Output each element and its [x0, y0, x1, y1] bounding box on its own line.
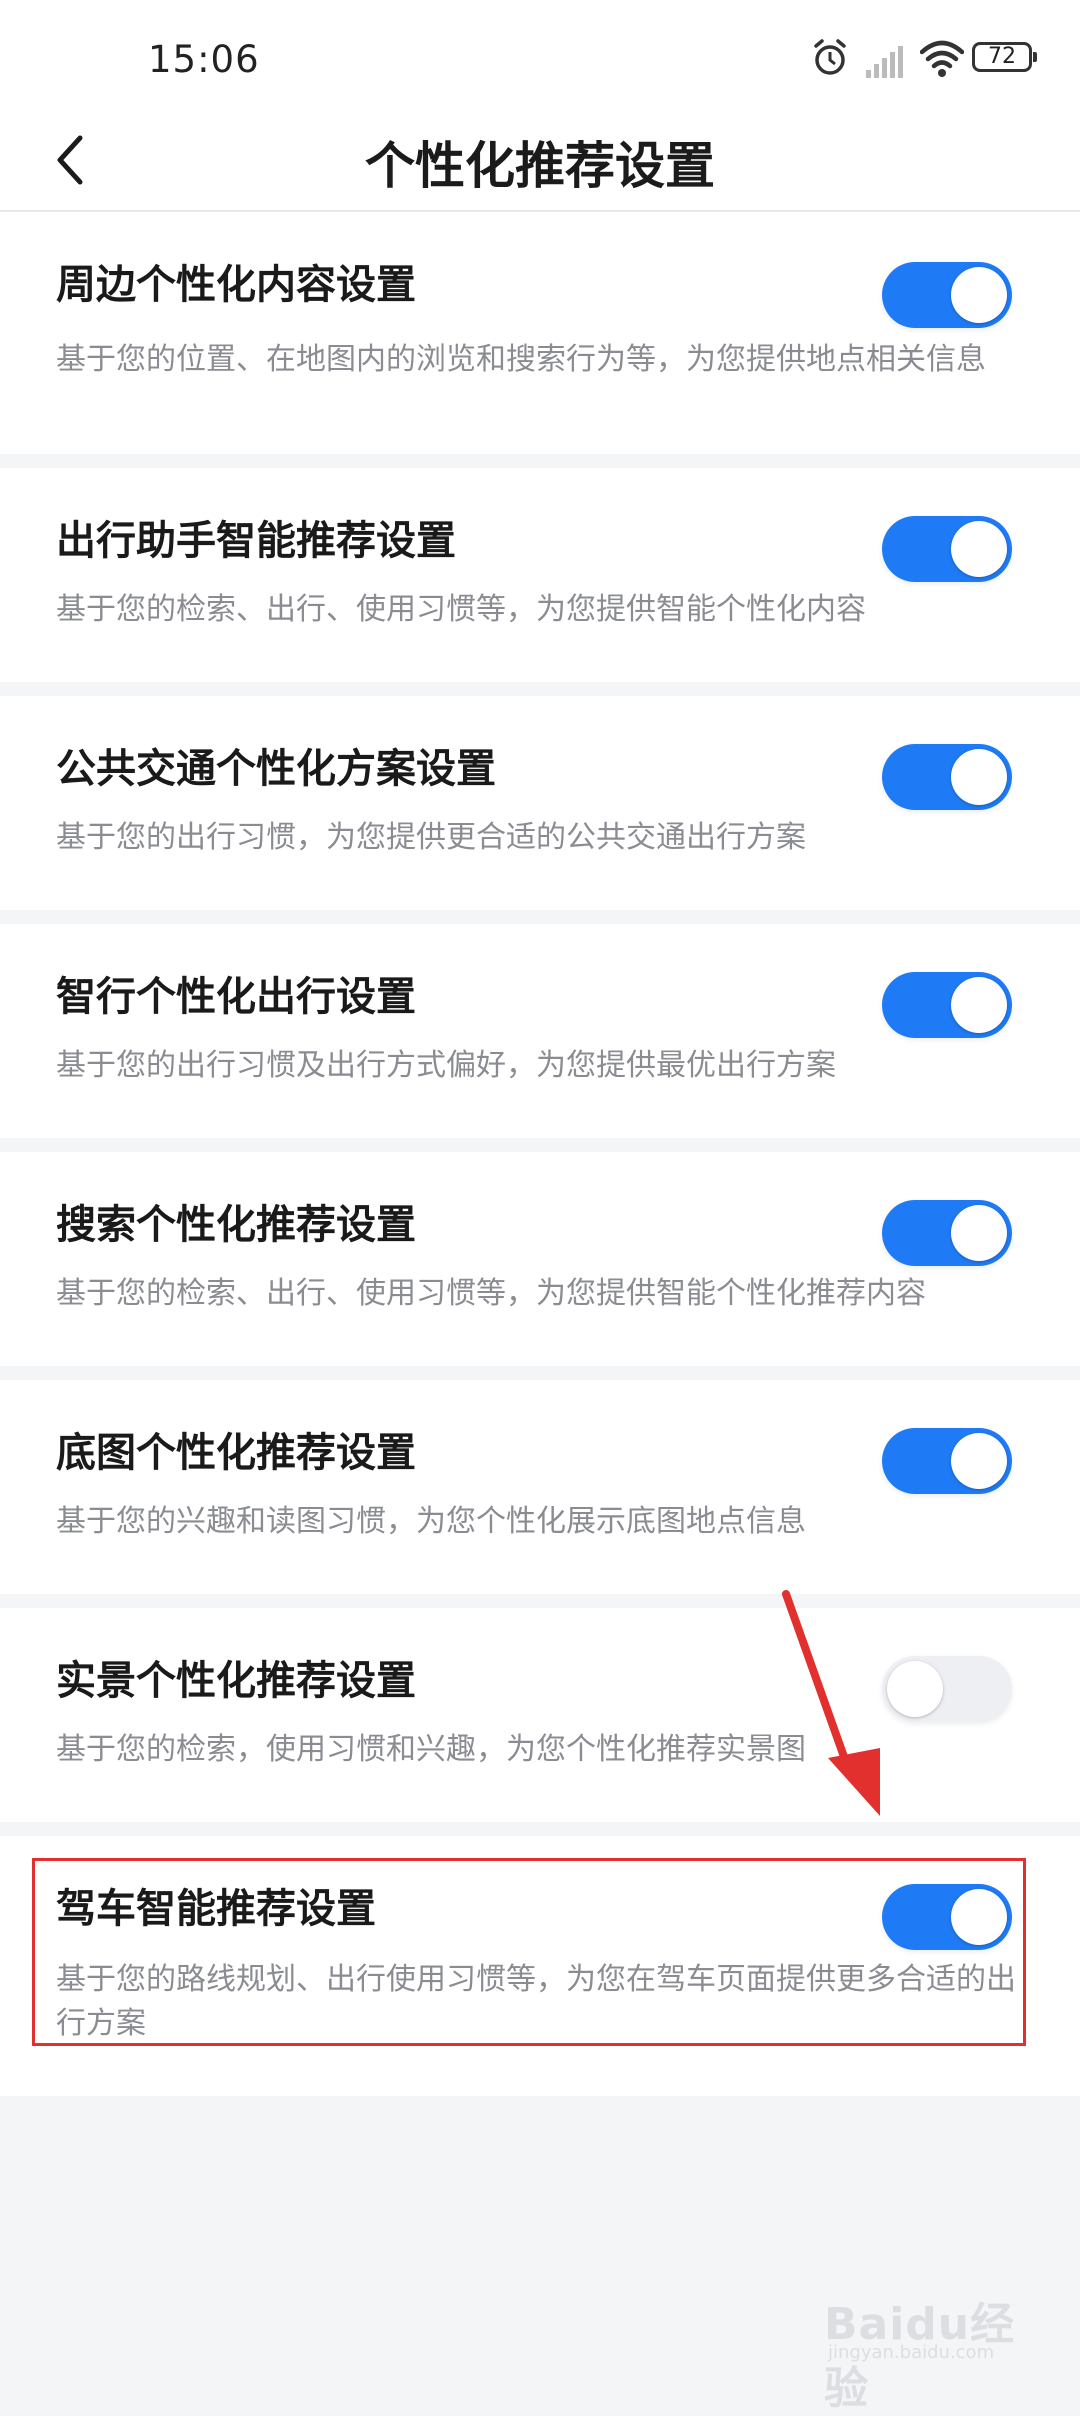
page-title: 个性化推荐设置 — [365, 137, 715, 195]
status-time: 15:06 — [148, 38, 260, 81]
setting-description: 基于您的检索、出行、使用习惯等，为您提供智能个性化内容 — [56, 592, 866, 627]
nav-bar: 个性化推荐设置 — [0, 118, 1080, 212]
setting-title: 出行助手智能推荐设置 — [56, 518, 456, 564]
setting-item-nearby: 周边个性化内容设置 基于您的位置、在地图内的浏览和搜索行为等，为您提供地点相关信… — [0, 212, 1080, 454]
setting-title: 智行个性化出行设置 — [56, 974, 416, 1020]
toggle-knob — [951, 521, 1007, 577]
setting-title: 搜索个性化推荐设置 — [56, 1202, 416, 1248]
toggle-search[interactable] — [882, 1200, 1012, 1266]
setting-title: 底图个性化推荐设置 — [56, 1430, 416, 1476]
setting-item-travel-assistant: 出行助手智能推荐设置 基于您的检索、出行、使用习惯等，为您提供智能个性化内容 — [0, 468, 1080, 682]
toggle-knob — [951, 1433, 1007, 1489]
setting-description: 基于您的出行习惯，为您提供更合适的公共交通出行方案 — [56, 820, 806, 855]
setting-item-search: 搜索个性化推荐设置 基于您的检索、出行、使用习惯等，为您提供智能个性化推荐内容 — [0, 1152, 1080, 1366]
setting-item-public-transit: 公共交通个性化方案设置 基于您的出行习惯，为您提供更合适的公共交通出行方案 — [0, 696, 1080, 910]
setting-description: 基于您的兴趣和读图习惯，为您个性化展示底图地点信息 — [56, 1504, 806, 1539]
toggle-knob — [951, 977, 1007, 1033]
status-bar: 15:06 72 — [0, 0, 1080, 118]
wifi-icon — [920, 40, 964, 77]
toggle-knob — [887, 1661, 943, 1717]
toggle-street-view[interactable] — [882, 1656, 1012, 1722]
toggle-knob — [951, 749, 1007, 805]
alarm-icon — [814, 39, 846, 75]
watermark: Baidu经验 jingyan.baidu.com — [824, 2268, 1024, 2414]
toggle-travel-assistant[interactable] — [882, 516, 1012, 582]
toggle-public-transit[interactable] — [882, 744, 1012, 810]
setting-item-basemap: 底图个性化推荐设置 基于您的兴趣和读图习惯，为您个性化展示底图地点信息 — [0, 1380, 1080, 1594]
annotation-highlight-box — [32, 1858, 1026, 2046]
annotation-arrow — [782, 1590, 880, 1816]
toggle-nearby[interactable] — [882, 262, 1012, 328]
toggle-knob — [951, 267, 1007, 323]
setting-title: 实景个性化推荐设置 — [56, 1658, 416, 1704]
setting-description: 基于您的位置、在地图内的浏览和搜索行为等，为您提供地点相关信息 — [56, 342, 986, 377]
setting-description: 基于您的出行习惯及出行方式偏好，为您提供最优出行方案 — [56, 1048, 836, 1083]
setting-description: 基于您的检索、出行、使用习惯等，为您提供智能个性化推荐内容 — [56, 1276, 926, 1311]
setting-item-street-view: 实景个性化推荐设置 基于您的检索，使用习惯和兴趣，为您个性化推荐实景图 — [0, 1608, 1080, 1822]
setting-item-smart-travel: 智行个性化出行设置 基于您的出行习惯及出行方式偏好，为您提供最优出行方案 — [0, 924, 1080, 1138]
setting-title: 周边个性化内容设置 — [56, 262, 416, 308]
toggle-knob — [951, 1205, 1007, 1261]
watermark-subtext: jingyan.baidu.com — [828, 2342, 995, 2363]
signal-icon — [866, 46, 903, 78]
toggle-basemap[interactable] — [882, 1428, 1012, 1494]
setting-title: 公共交通个性化方案设置 — [56, 746, 496, 792]
battery-icon: 72 — [972, 42, 1037, 72]
toggle-smart-travel[interactable] — [882, 972, 1012, 1038]
settings-list: 周边个性化内容设置 基于您的位置、在地图内的浏览和搜索行为等，为您提供地点相关信… — [0, 212, 1080, 2110]
